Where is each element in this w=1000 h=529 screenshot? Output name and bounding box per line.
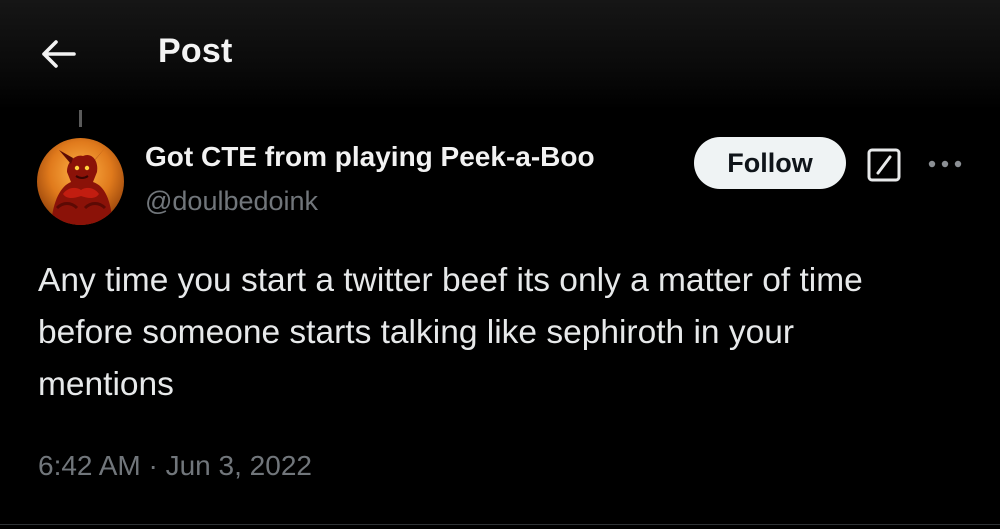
arrow-left-icon [42,40,76,68]
avatar[interactable] [37,138,124,225]
post-text: Any time you start a twitter beef its on… [38,262,863,403]
more-options-icon [928,160,962,168]
grok-button[interactable] [867,148,901,182]
page-title: Post [158,32,233,70]
author-display-name[interactable]: Got CTE from playing Peek-a-Boo [145,141,595,173]
follow-button[interactable]: Follow [694,137,846,189]
grok-icon [867,148,901,182]
thread-connector-line [79,110,82,127]
back-button[interactable] [36,34,80,74]
avatar-image [37,138,124,225]
author-handle[interactable]: @doulbedoink [145,186,318,217]
post-timestamp[interactable]: 6:42 AM · Jun 3, 2022 [38,450,312,482]
top-bar [0,0,1000,110]
divider [0,524,1000,525]
more-options-button[interactable] [925,150,965,178]
